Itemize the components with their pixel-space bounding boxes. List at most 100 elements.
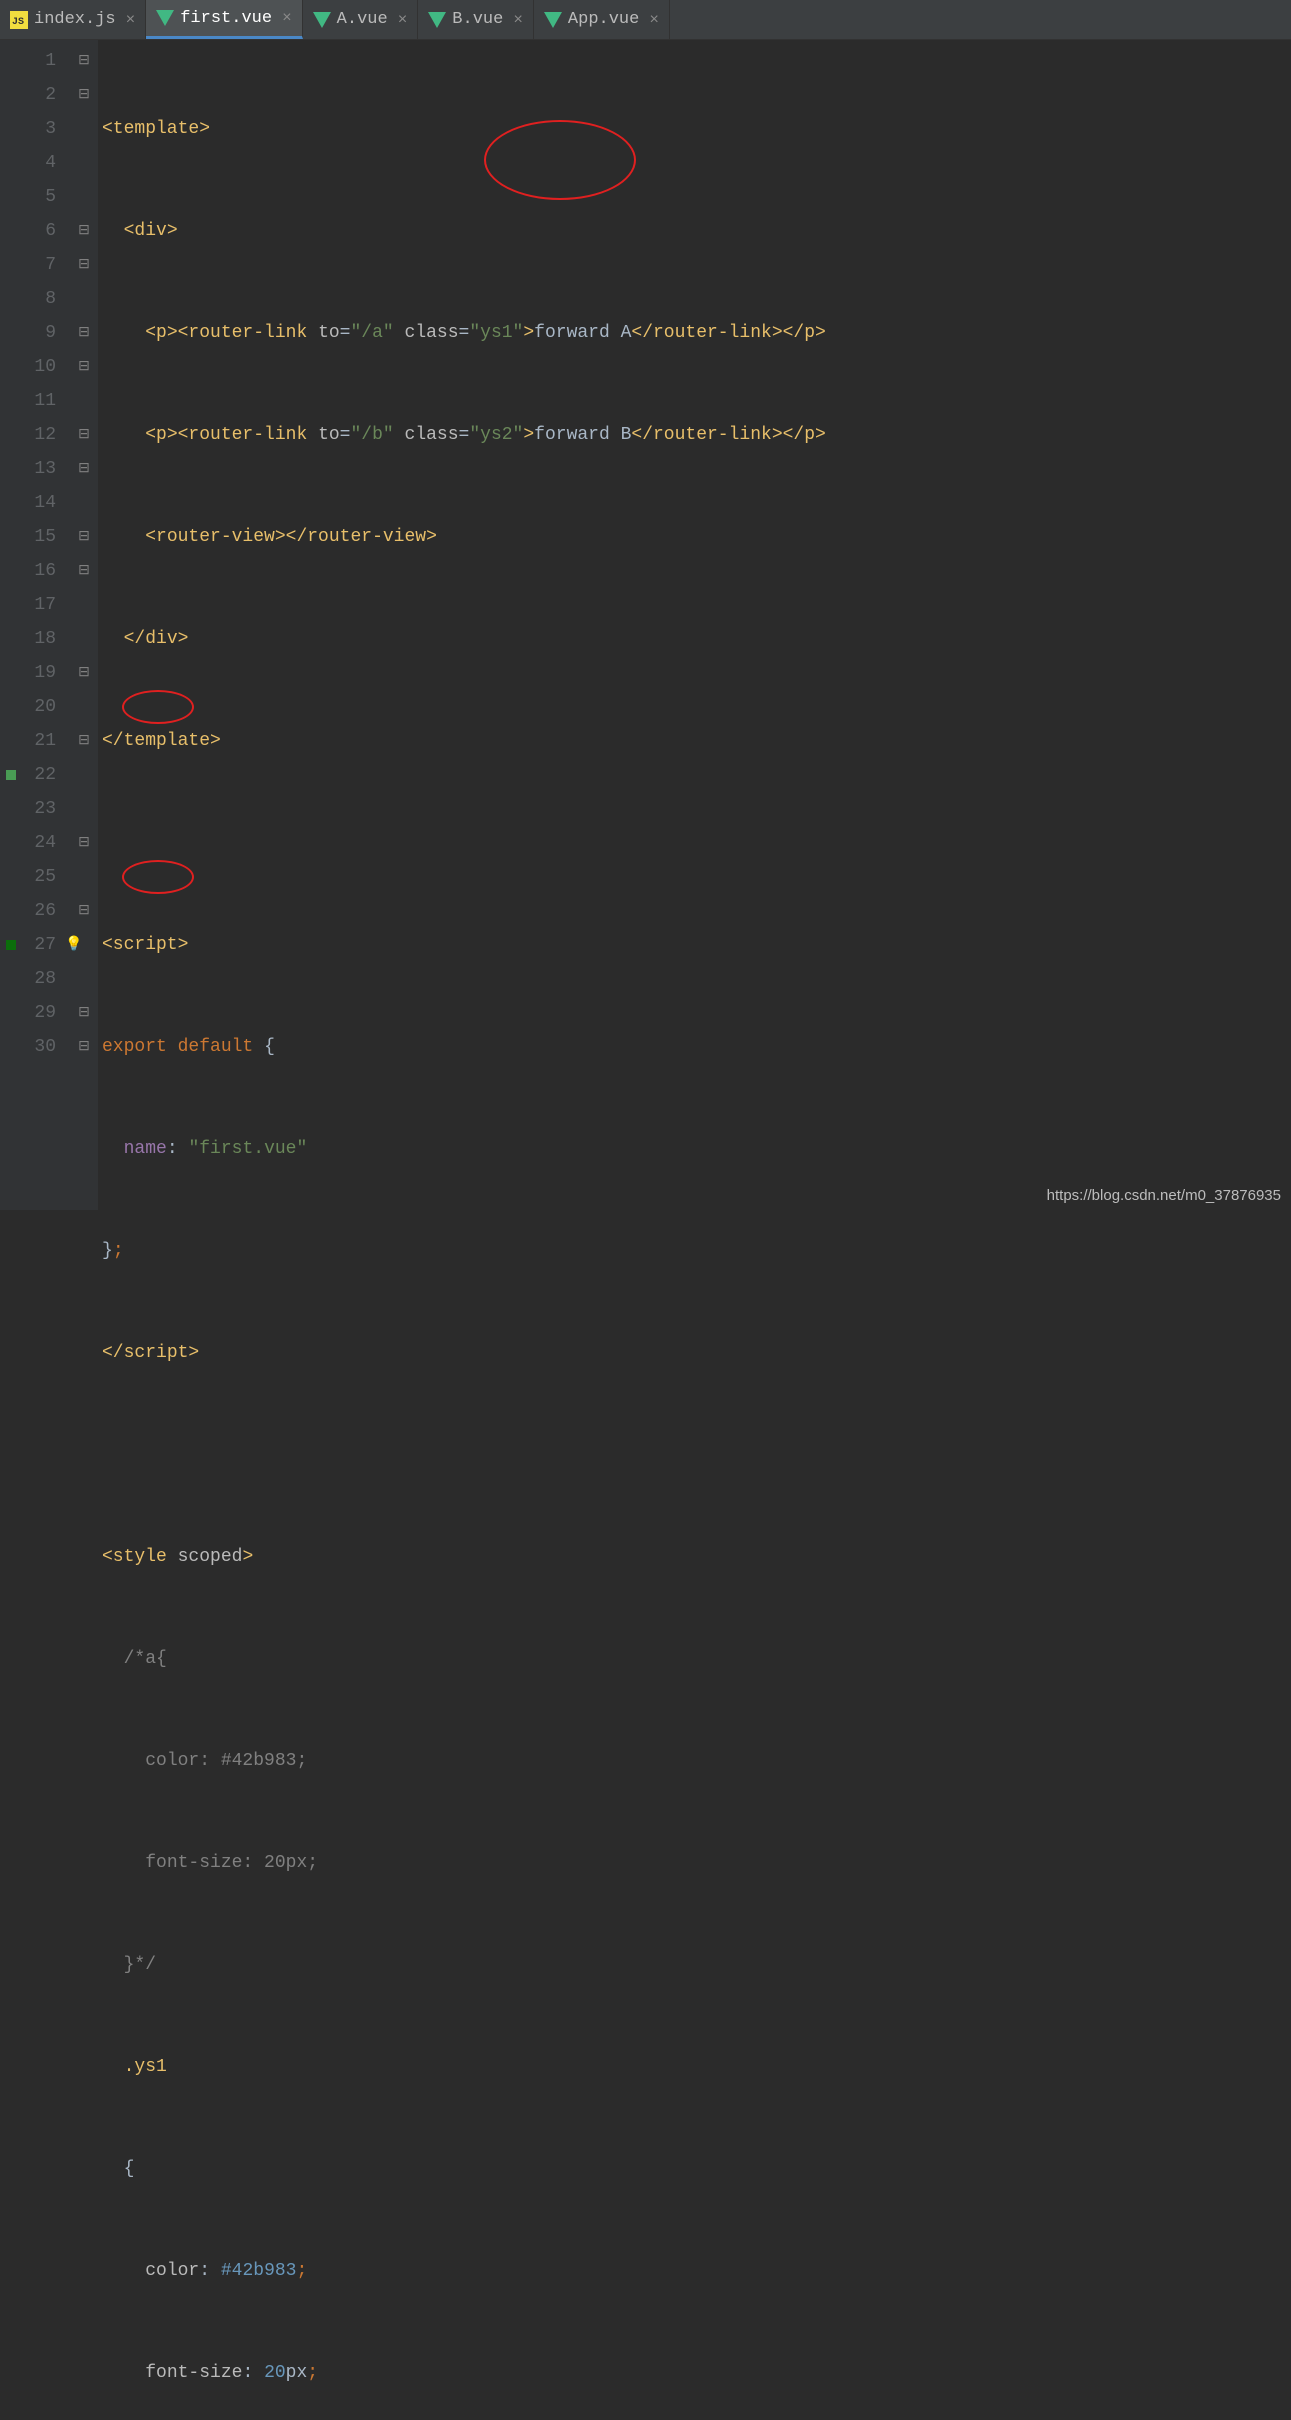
- code-line[interactable]: font-size: 20px;: [98, 1846, 1291, 1880]
- change-marker-icon: [6, 770, 16, 780]
- close-icon[interactable]: ×: [513, 11, 523, 29]
- code-line[interactable]: }*/: [98, 1948, 1291, 1982]
- line-number: 6: [0, 214, 56, 248]
- tab-first-vue[interactable]: first.vue ×: [146, 0, 302, 39]
- line-number: 25: [0, 860, 56, 894]
- line-number: 22: [0, 758, 56, 792]
- fold-open-icon[interactable]: ⊟: [70, 316, 98, 350]
- line-number: 7: [0, 248, 56, 282]
- code-line[interactable]: color: #42b983;: [98, 1744, 1291, 1778]
- line-number: 29: [0, 996, 56, 1030]
- fold-close-icon[interactable]: ⊟: [70, 1030, 98, 1064]
- vue-file-icon: [544, 12, 562, 28]
- code-line[interactable]: .ys1: [98, 2050, 1291, 2084]
- code-line[interactable]: <template>: [98, 112, 1291, 146]
- line-number: 30: [0, 1030, 56, 1064]
- code-line[interactable]: };: [98, 1234, 1291, 1268]
- line-number: 28: [0, 962, 56, 996]
- code-line[interactable]: </div>: [98, 622, 1291, 656]
- js-file-icon: JS: [10, 11, 28, 29]
- code-line[interactable]: color: #42b983;: [98, 2254, 1291, 2288]
- code-line[interactable]: </template>: [98, 724, 1291, 758]
- line-number: 19: [0, 656, 56, 690]
- line-number: 17: [0, 588, 56, 622]
- code-line[interactable]: <router-view></router-view>: [98, 520, 1291, 554]
- line-number: 14: [0, 486, 56, 520]
- tab-label: A.vue: [337, 10, 388, 29]
- fold-open-icon[interactable]: ⊟: [70, 350, 98, 384]
- code-line[interactable]: <script>: [98, 928, 1291, 962]
- watermark: https://blog.csdn.net/m0_37876935: [1047, 1187, 1281, 1204]
- code-line[interactable]: <p><router-link to="/a" class="ys1">forw…: [98, 316, 1291, 350]
- tab-label: App.vue: [568, 10, 639, 29]
- code-line[interactable]: name: "first.vue": [98, 1132, 1291, 1166]
- fold-open-icon[interactable]: ⊟: [70, 724, 98, 758]
- fold-open-icon[interactable]: ⊟: [70, 44, 98, 78]
- line-number: 16: [0, 554, 56, 588]
- fold-close-icon[interactable]: ⊟: [70, 996, 98, 1030]
- fold-close-icon[interactable]: ⊟: [70, 656, 98, 690]
- tab-b-vue[interactable]: B.vue ×: [418, 0, 534, 39]
- fold-close-icon[interactable]: ⊟: [70, 214, 98, 248]
- line-number: 8: [0, 282, 56, 316]
- fold-close-icon[interactable]: ⊟: [70, 248, 98, 282]
- line-number: 26: [0, 894, 56, 928]
- vue-file-icon: [156, 10, 174, 26]
- code-line[interactable]: [98, 826, 1291, 860]
- line-number: 15: [0, 520, 56, 554]
- fold-open-icon[interactable]: ⊟: [70, 894, 98, 928]
- line-number: 27: [0, 928, 56, 962]
- fold-open-icon[interactable]: ⊟: [70, 78, 98, 112]
- line-number: 4: [0, 146, 56, 180]
- change-marker-icon: [6, 940, 16, 950]
- fold-close-icon[interactable]: ⊟: [70, 452, 98, 486]
- code-line[interactable]: export default {: [98, 1030, 1291, 1064]
- editor[interactable]: 1 2 3 4 5 6 7 8 9 10 11 12 13 14 15 16 1…: [0, 40, 1291, 1210]
- code-line[interactable]: [98, 1438, 1291, 1472]
- code-line[interactable]: <p><router-link to="/b" class="ys2">forw…: [98, 418, 1291, 452]
- vue-file-icon: [313, 12, 331, 28]
- line-number: 9: [0, 316, 56, 350]
- fold-close-icon[interactable]: ⊟: [70, 826, 98, 860]
- close-icon[interactable]: ×: [126, 11, 136, 29]
- line-number: 10: [0, 350, 56, 384]
- bulb-icon[interactable]: 💡: [70, 928, 98, 962]
- fold-guide: [70, 146, 98, 180]
- tab-a-vue[interactable]: A.vue ×: [303, 0, 419, 39]
- fold-open-icon[interactable]: ⊟: [70, 554, 98, 588]
- fold-gutter: ⊟ ⊟ ⊟ ⊟ ⊟ ⊟ ⊟ ⊟ ⊟ ⊟ ⊟ ⊟ ⊟ ⊟ 💡 ⊟ ⊟: [70, 40, 98, 1210]
- fold-guide: [70, 112, 98, 146]
- line-number: 18: [0, 622, 56, 656]
- tab-label: B.vue: [452, 10, 503, 29]
- line-number: 5: [0, 180, 56, 214]
- code-line[interactable]: /*a{: [98, 1642, 1291, 1676]
- line-number: 20: [0, 690, 56, 724]
- line-number: 3: [0, 112, 56, 146]
- fold-close-icon[interactable]: ⊟: [70, 418, 98, 452]
- line-number: 23: [0, 792, 56, 826]
- line-number: 1: [0, 44, 56, 78]
- code-line[interactable]: <style scoped>: [98, 1540, 1291, 1574]
- line-number-gutter: 1 2 3 4 5 6 7 8 9 10 11 12 13 14 15 16 1…: [0, 40, 70, 1210]
- line-number: 11: [0, 384, 56, 418]
- line-number: 24: [0, 826, 56, 860]
- tab-bar: JS index.js × first.vue × A.vue × B.vue …: [0, 0, 1291, 40]
- close-icon[interactable]: ×: [398, 11, 408, 29]
- code-area[interactable]: <template> <div> <p><router-link to="/a"…: [98, 40, 1291, 1210]
- tab-index-js[interactable]: JS index.js ×: [0, 0, 146, 39]
- code-line[interactable]: </script>: [98, 1336, 1291, 1370]
- code-line[interactable]: {: [98, 2152, 1291, 2186]
- code-line[interactable]: <div>: [98, 214, 1291, 248]
- tab-app-vue[interactable]: App.vue ×: [534, 0, 670, 39]
- close-icon[interactable]: ×: [282, 9, 292, 27]
- vue-file-icon: [428, 12, 446, 28]
- fold-open-icon[interactable]: ⊟: [70, 520, 98, 554]
- tab-label: first.vue: [180, 9, 272, 28]
- line-number: 2: [0, 78, 56, 112]
- line-number: 21: [0, 724, 56, 758]
- line-number: 13: [0, 452, 56, 486]
- close-icon[interactable]: ×: [649, 11, 659, 29]
- line-number: 12: [0, 418, 56, 452]
- tab-label: index.js: [34, 10, 116, 29]
- code-line[interactable]: font-size: 20px;: [98, 2356, 1291, 2390]
